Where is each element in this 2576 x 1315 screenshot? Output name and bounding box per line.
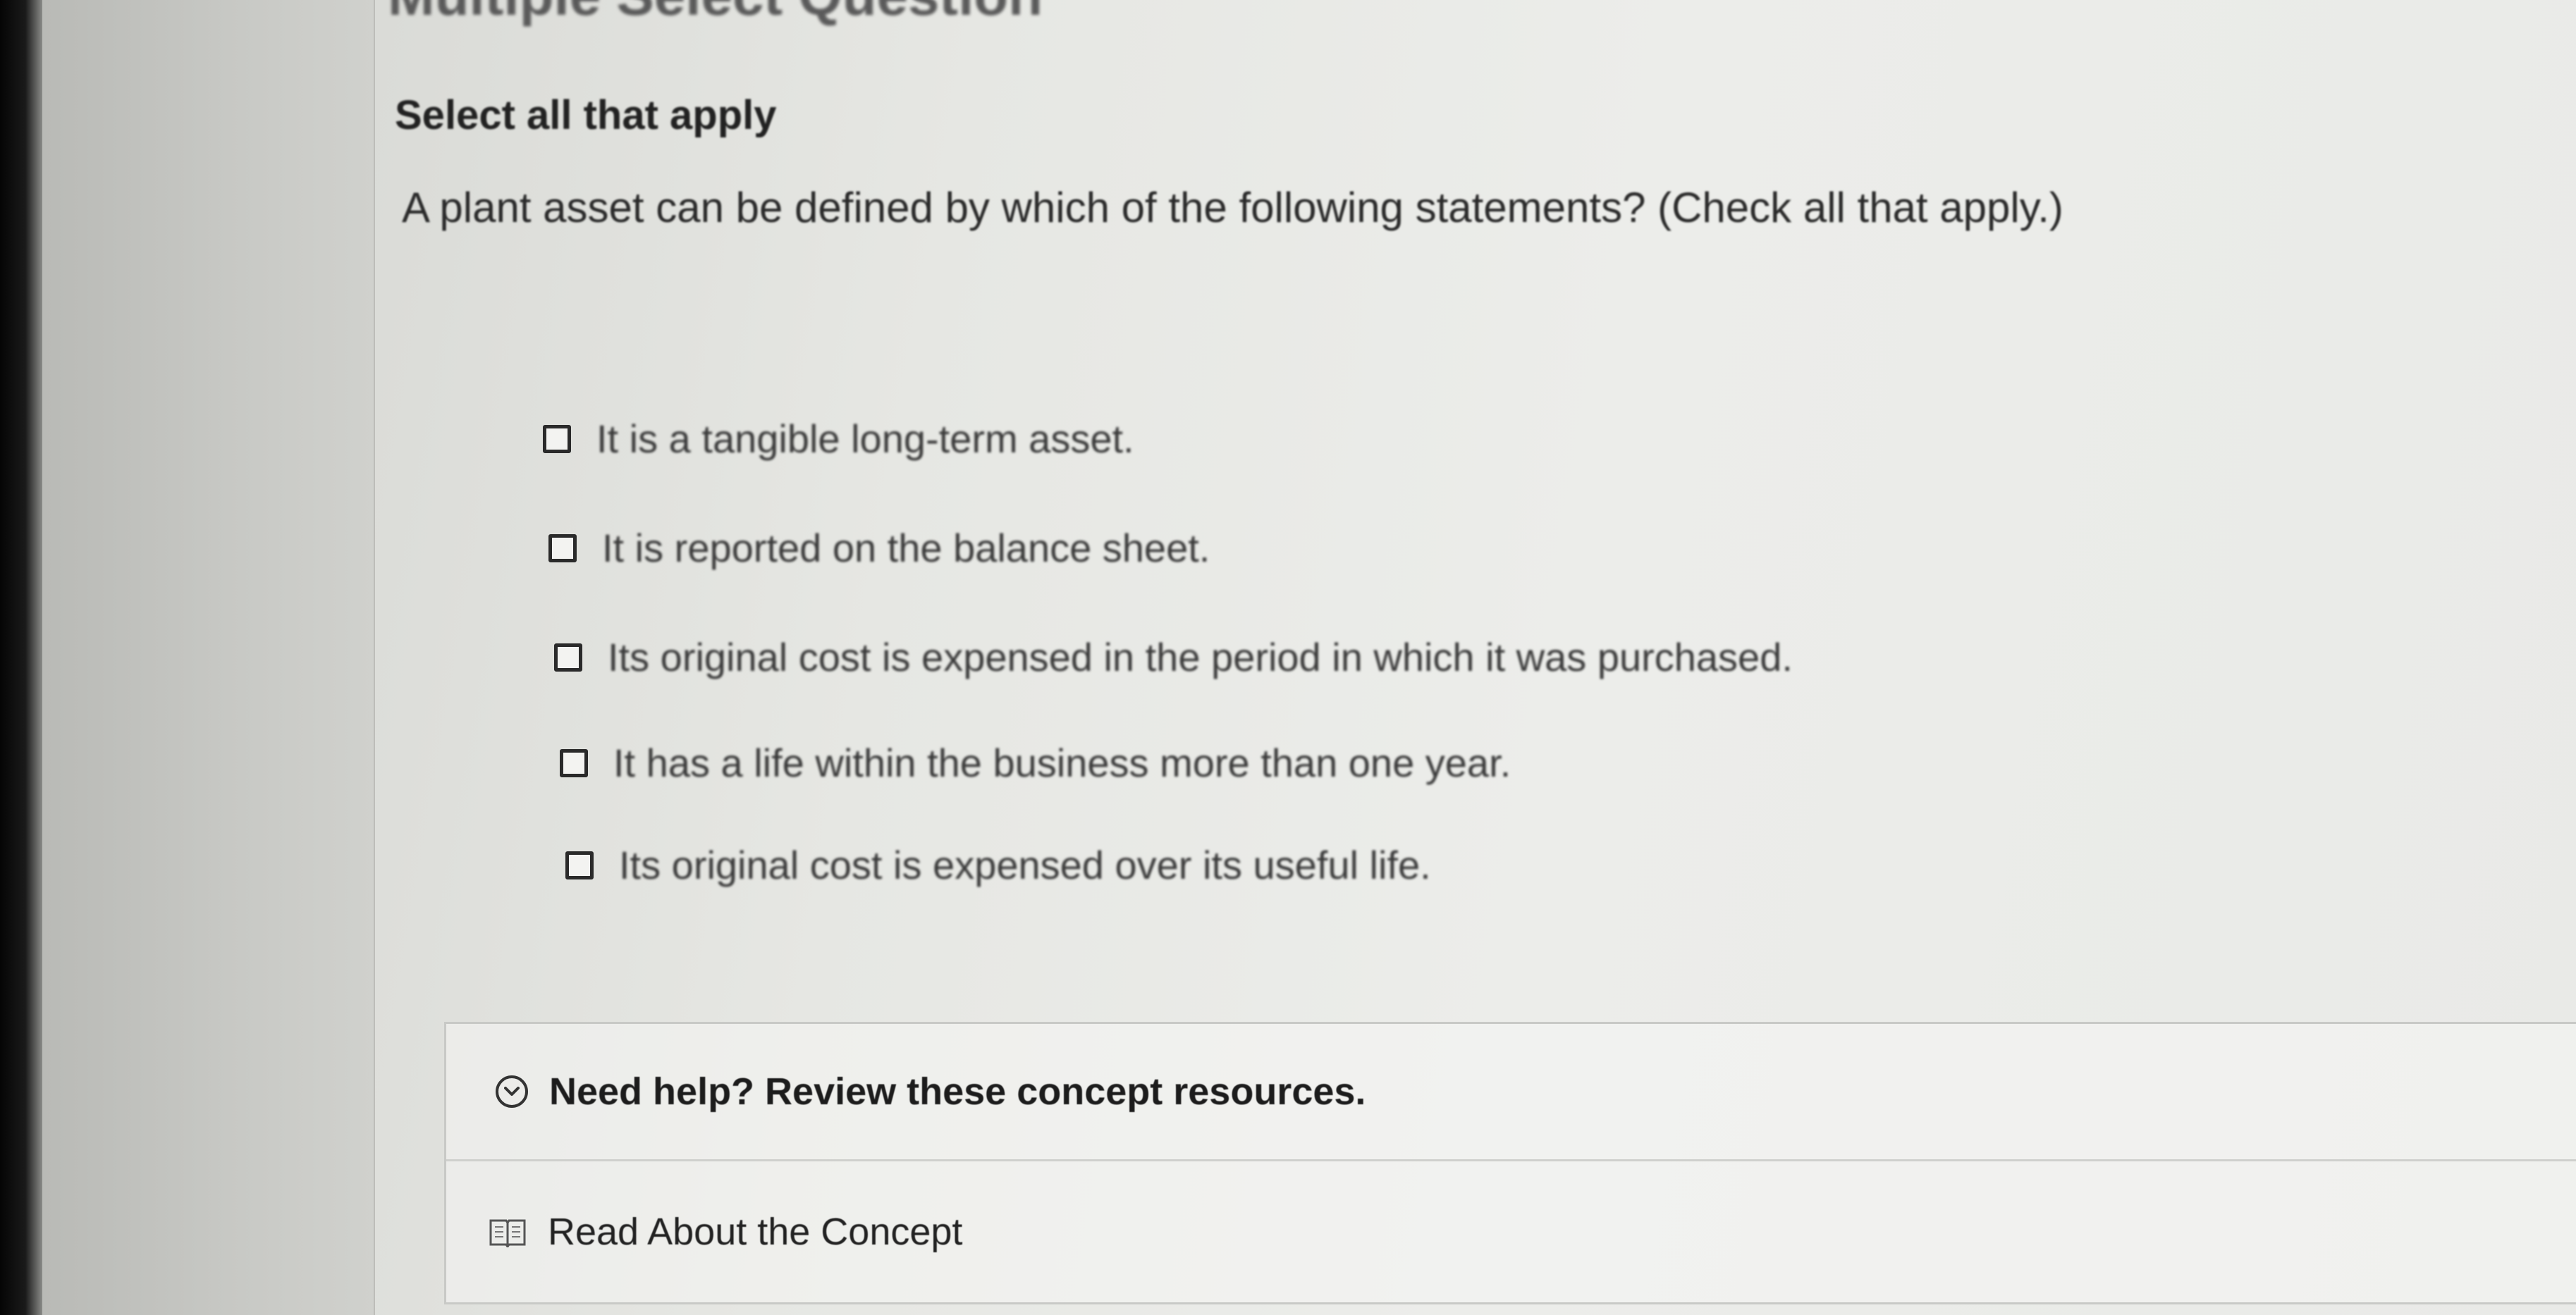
monitor-bezel <box>0 0 42 1315</box>
book-icon <box>489 1219 526 1247</box>
concept-resources-toggle[interactable]: Need help? Review these concept resource… <box>446 1024 2576 1161</box>
option-checkbox[interactable] <box>548 533 577 562</box>
option-label: Its original cost is expensed in the per… <box>608 635 1793 679</box>
option-label: It is reported on the balance sheet. <box>602 526 1210 570</box>
screen: Multiple Select Question Select all that… <box>0 0 2576 1315</box>
option-item[interactable]: It has a life within the business more t… <box>560 740 1511 786</box>
option-checkbox[interactable] <box>560 748 588 777</box>
question-prompt: A plant asset can be defined by which of… <box>402 184 2063 231</box>
instruction-text: Select all that apply <box>395 92 777 138</box>
option-item[interactable]: Its original cost is expensed in the per… <box>554 634 1793 680</box>
option-label: Its original cost is expensed over its u… <box>619 843 1431 887</box>
left-sidebar-panel <box>42 0 375 1315</box>
option-label: It is a tangible long-term asset. <box>596 416 1134 461</box>
read-about-concept-link[interactable]: Read About the Concept <box>446 1161 2576 1302</box>
read-about-concept-label: Read About the Concept <box>548 1211 963 1253</box>
question-content: Multiple Select Question Select all that… <box>374 0 2576 1315</box>
option-item[interactable]: Its original cost is expensed over its u… <box>565 842 1431 888</box>
chevron-down-circle-icon <box>496 1075 528 1108</box>
question-type-title: Multiple Select Question <box>388 0 1043 28</box>
option-item[interactable]: It is reported on the balance sheet. <box>548 525 1210 571</box>
option-checkbox[interactable] <box>543 424 571 453</box>
option-checkbox[interactable] <box>554 643 582 672</box>
concept-resources-panel: Need help? Review these concept resource… <box>444 1022 2576 1304</box>
option-item[interactable]: It is a tangible long-term asset. <box>543 416 1134 462</box>
option-label: It has a life within the business more t… <box>613 741 1511 785</box>
option-checkbox[interactable] <box>565 851 594 879</box>
concept-resources-label: Need help? Review these concept resource… <box>549 1070 1366 1113</box>
